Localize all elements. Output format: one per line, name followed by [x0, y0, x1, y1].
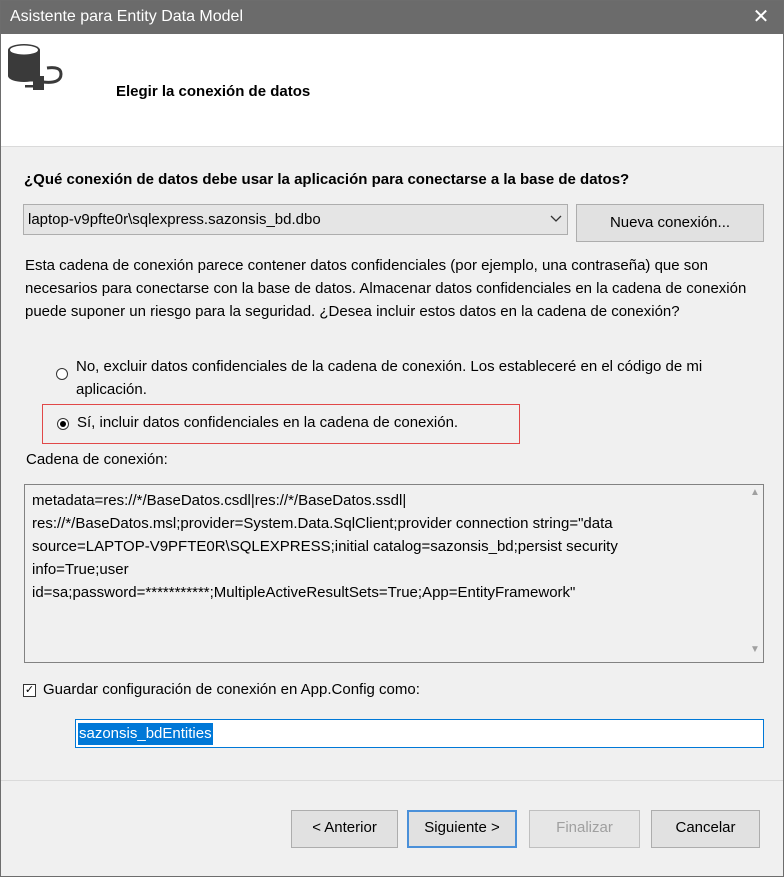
entity-name-input[interactable]: sazonsis_bdEntities	[75, 719, 764, 748]
finish-button[interactable]: Finalizar	[529, 810, 640, 848]
connection-question: ¿Qué conexión de datos debe usar la apli…	[24, 171, 630, 188]
sensitive-data-warning: Esta cadena de conexión parece contener …	[25, 257, 747, 320]
connection-string-text: metadata=res://*/BaseDatos.csdl|res://*/…	[32, 492, 618, 601]
vertical-scrollbar[interactable]: ▲ ▼	[747, 485, 763, 662]
include-sensitive-option[interactable]: Sí, incluir datos confidenciales en la c…	[42, 404, 520, 444]
exclude-radio-label: No, excluir datos confidenciales de la c…	[76, 358, 703, 398]
title-bar: Asistente para Entity Data Model ✕	[1, 1, 783, 34]
chevron-down-icon	[550, 215, 562, 222]
page-heading: Elegir la conexión de datos	[116, 83, 311, 100]
connection-string-box[interactable]: metadata=res://*/BaseDatos.csdl|res://*/…	[24, 484, 764, 663]
exclude-radio[interactable]	[56, 368, 68, 380]
radio-selected-dot	[60, 421, 66, 427]
window-title: Asistente para Entity Data Model	[10, 8, 244, 25]
save-config-label: Guardar configuración de conexión en App…	[43, 681, 420, 698]
previous-button[interactable]: < Anterior	[291, 810, 398, 848]
scroll-up-icon[interactable]: ▲	[747, 487, 763, 503]
save-config-checkbox[interactable]: ✓	[23, 684, 36, 697]
entity-name-value: sazonsis_bdEntities	[78, 723, 213, 745]
include-radio-label: Sí, incluir datos confidenciales en la c…	[77, 414, 459, 431]
connection-string-label: Cadena de conexión:	[26, 451, 168, 468]
footer-separator	[1, 780, 783, 781]
include-radio[interactable]	[57, 418, 69, 430]
wizard-window: Asistente para Entity Data Model ✕ Elegi…	[0, 0, 784, 877]
new-connection-button[interactable]: Nueva conexión...	[576, 204, 764, 242]
scroll-down-icon[interactable]: ▼	[747, 644, 763, 660]
cancel-button[interactable]: Cancelar	[651, 810, 760, 848]
close-icon[interactable]: ✕	[739, 1, 783, 34]
database-plug-icon	[8, 44, 63, 90]
connection-dropdown[interactable]: laptop-v9pfte0r\sqlexpress.sazonsis_bd.d…	[23, 204, 568, 235]
connection-dropdown-value: laptop-v9pfte0r\sqlexpress.sazonsis_bd.d…	[28, 211, 321, 228]
wizard-header: Elegir la conexión de datos	[1, 34, 783, 147]
next-button[interactable]: Siguiente >	[407, 810, 517, 848]
